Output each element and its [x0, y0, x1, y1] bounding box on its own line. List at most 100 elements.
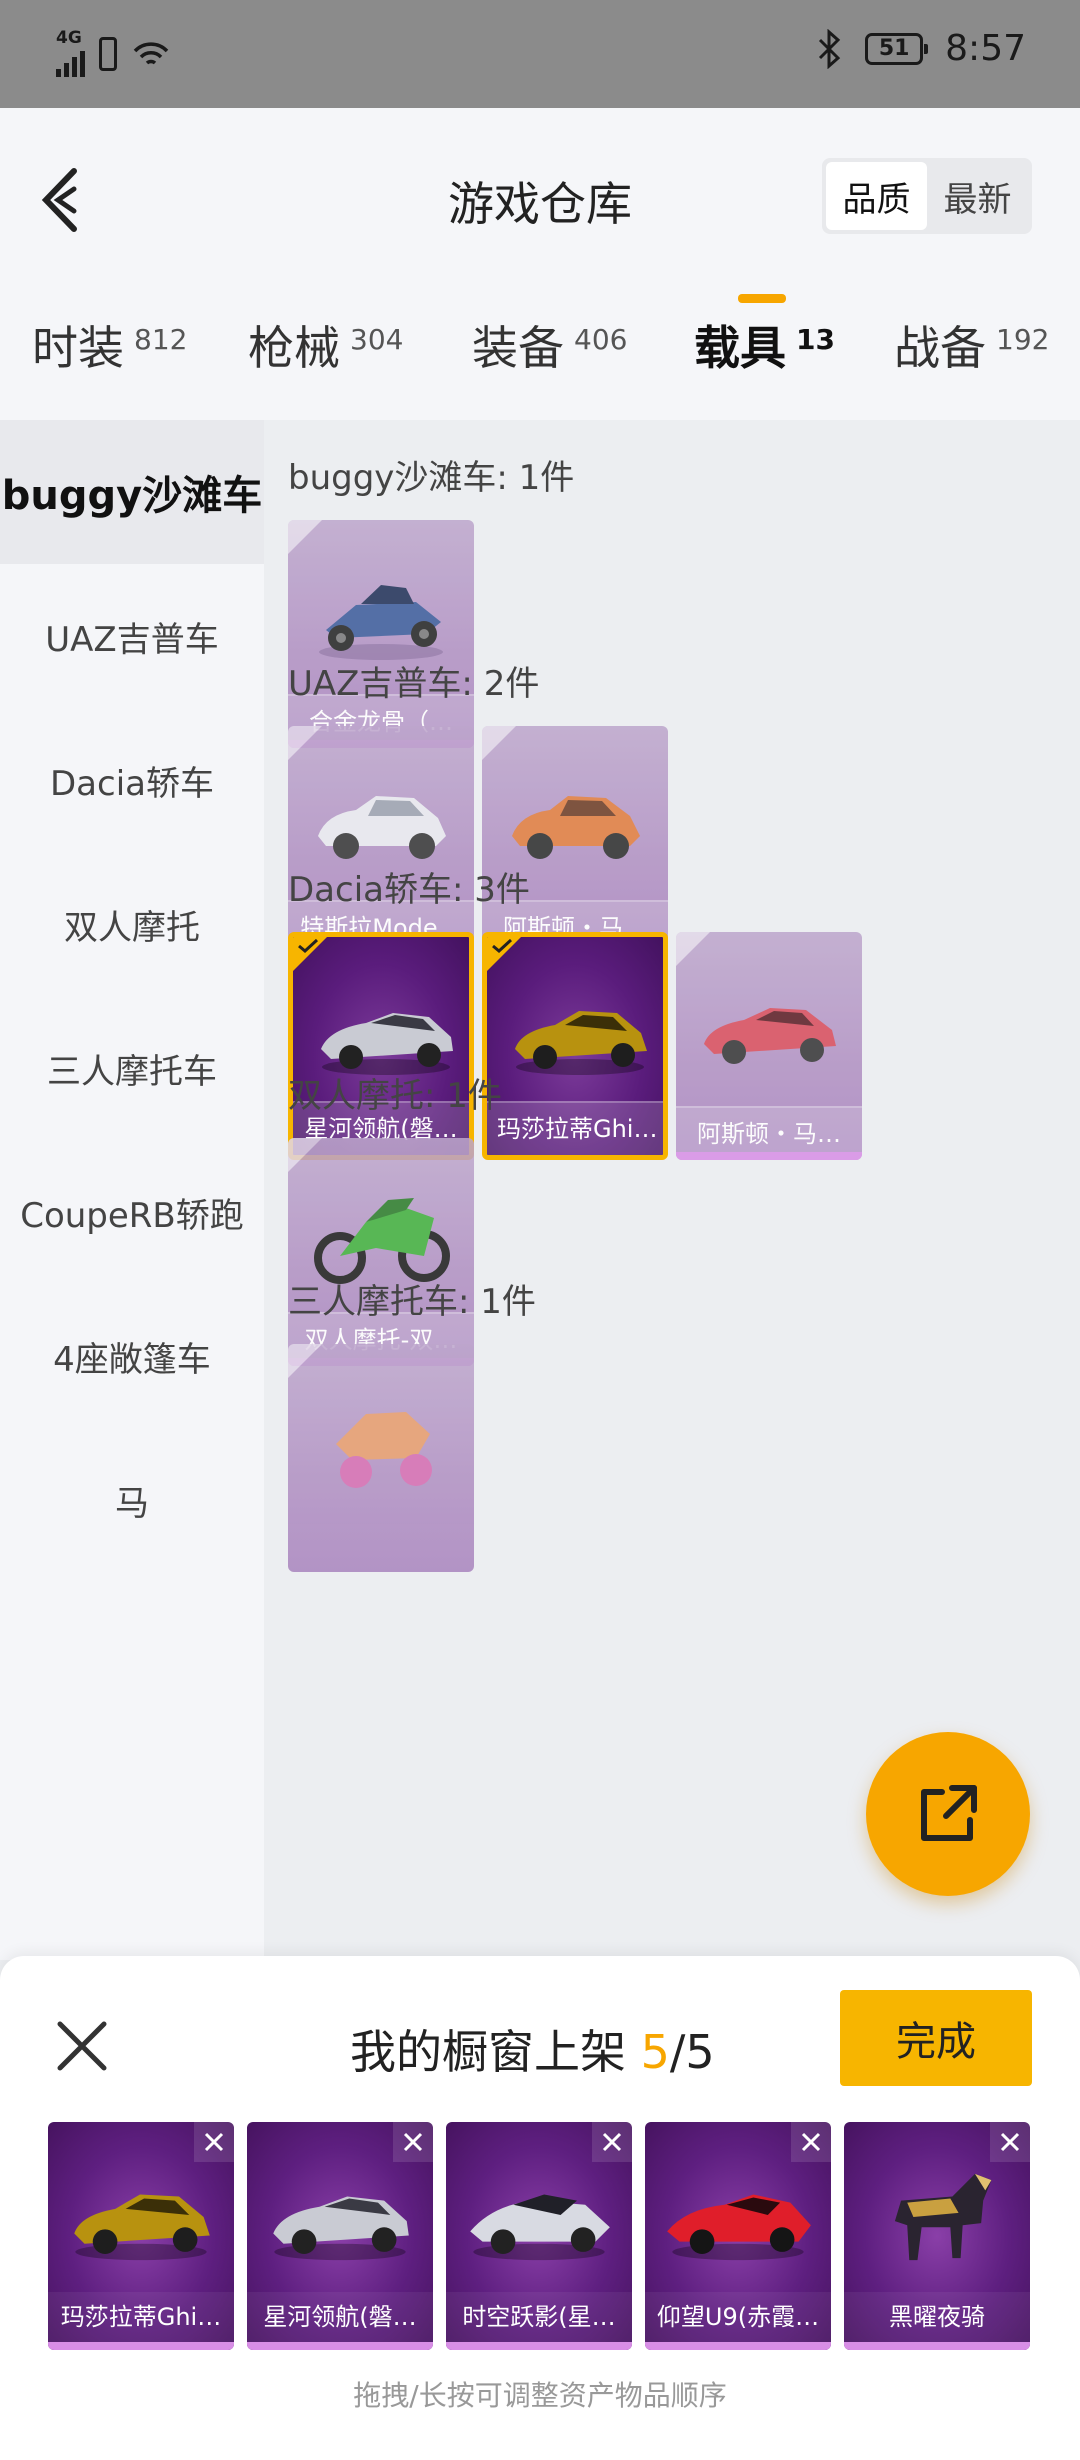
showcase-item[interactable]: 时空跃影(星…	[446, 2122, 632, 2350]
share-button[interactable]	[866, 1732, 1030, 1896]
tab-fashion[interactable]: 时装 812	[32, 318, 187, 378]
network-type: 4G	[56, 28, 82, 48]
vehicle-card[interactable]: 玛莎拉蒂Ghi…	[482, 932, 668, 1160]
rarity-stripe	[247, 2342, 433, 2350]
sidebar-item-three-seat-moto[interactable]: 三人摩托车	[0, 996, 264, 1140]
showcase-item[interactable]: 黑曜夜骑	[844, 2122, 1030, 2350]
sim-icon	[99, 36, 117, 71]
close-icon	[1000, 2132, 1020, 2152]
showcase-item-name: 星河领航(磐…	[247, 2292, 433, 2342]
remove-item-button[interactable]	[791, 2122, 831, 2162]
sidebar-item-convertible[interactable]: 4座敞篷车	[0, 1284, 264, 1428]
silver-sports-car-icon	[273, 2196, 409, 2261]
sidebar-item-dacia[interactable]: Dacia轿车	[0, 708, 264, 852]
tab-label: 装备	[472, 321, 564, 375]
checkmark-icon	[298, 938, 319, 953]
remove-item-button[interactable]	[592, 2122, 632, 2162]
showcase-item[interactable]: 仰望U9(赤霞…	[645, 2122, 831, 2350]
red-coupe-icon	[704, 1008, 836, 1064]
done-button[interactable]: 完成	[840, 1990, 1032, 2086]
vehicle-category-sidebar: buggy沙滩车 UAZ吉普车 Dacia轿车 双人摩托 三人摩托车 Coupe…	[0, 420, 264, 1960]
vehicle-card[interactable]: 星河领航(磐…	[288, 932, 474, 1160]
tab-label: 枪械	[248, 321, 340, 375]
tab-equipment[interactable]: 装备 406	[472, 318, 627, 378]
status-left: 4G	[56, 30, 171, 77]
white-suv-icon	[318, 796, 446, 859]
section-title: 双人摩托: 1件	[288, 1076, 502, 1116]
section-title: Dacia轿车: 3件	[288, 870, 530, 910]
vehicle-card[interactable]: 阿斯顿・马…	[482, 726, 668, 954]
card-corner	[288, 520, 322, 554]
vehicle-card[interactable]	[288, 1344, 474, 1572]
tab-label: 战备	[894, 321, 986, 375]
tab-vehicles[interactable]: 载具 13	[694, 318, 835, 378]
checkmark-icon	[492, 938, 513, 953]
card-corner	[288, 1344, 322, 1378]
sort-newest-button[interactable]: 最新	[927, 162, 1028, 230]
showcase-item-name: 黑曜夜骑	[844, 2292, 1030, 2342]
close-icon	[801, 2132, 821, 2152]
vehicle-card[interactable]: 阿斯顿・马…	[676, 932, 862, 1160]
gold-sedan-icon	[515, 1011, 647, 1075]
tab-label: 载具	[694, 321, 786, 375]
showcase-title-text: 我的橱窗上架	[350, 2025, 641, 2079]
battery-icon: 51	[865, 32, 929, 65]
close-icon	[602, 2132, 622, 2152]
section-title: buggy沙滩车: 1件	[288, 458, 575, 498]
tab-count: 812	[134, 323, 188, 356]
vehicle-card[interactable]: 合金龙骨（…	[288, 520, 474, 748]
share-icon	[921, 1785, 977, 1841]
close-icon	[403, 2132, 423, 2152]
vehicle-card[interactable]: 特斯拉Mode…	[288, 726, 474, 954]
status-right: 51 8:57	[817, 28, 1026, 69]
showcase-item-name: 仰望U9(赤霞…	[645, 2292, 831, 2342]
showcase-item-name: 玛莎拉蒂Ghi…	[48, 2292, 234, 2342]
sidebar-item-buggy[interactable]: buggy沙滩车	[0, 420, 264, 564]
clock: 8:57	[945, 28, 1026, 69]
card-corner	[288, 726, 322, 760]
showcase-item[interactable]: 玛莎拉蒂Ghi…	[48, 2122, 234, 2350]
sort-toggle: 品质 最新	[822, 158, 1032, 234]
card-corner	[482, 726, 516, 760]
showcase-item[interactable]: 星河领航(磐…	[247, 2122, 433, 2350]
green-motorbike-icon	[314, 1198, 450, 1284]
tab-count: 13	[796, 323, 835, 356]
showcase-count-current: 5	[640, 2025, 670, 2079]
tab-supplies[interactable]: 战备 192	[894, 318, 1049, 378]
gold-sedan-icon	[74, 2194, 210, 2261]
active-tab-indicator	[738, 294, 786, 303]
drag-hint: 拖拽/长按可调整资产物品顺序	[353, 2379, 727, 2412]
card-corner	[676, 932, 710, 966]
remove-item-button[interactable]	[990, 2122, 1030, 2162]
showcase-item-name: 时空跃影(星…	[446, 2292, 632, 2342]
remove-item-button[interactable]	[393, 2122, 433, 2162]
tab-count: 304	[350, 323, 404, 356]
sort-quality-button[interactable]: 品质	[826, 162, 927, 230]
armored-horse-icon	[894, 2173, 992, 2261]
sidebar-item-horse[interactable]: 马	[0, 1428, 264, 1572]
showcase-title: 我的橱窗上架 5/5	[350, 2016, 715, 2082]
vehicle-card[interactable]: 双人摩托-双…	[288, 1138, 474, 1366]
sidebar-item-coupe[interactable]: CoupeRB轿跑	[0, 1140, 264, 1284]
signal-bars-icon	[56, 47, 85, 77]
header: 游戏仓库 品质 最新 时装 812 枪械 304 装备 406 载具 13 战备…	[0, 108, 1080, 420]
section-title: 三人摩托车: 1件	[288, 1282, 536, 1322]
status-bar: 4G 51 8:57	[0, 0, 1080, 108]
rarity-stripe	[446, 2342, 632, 2350]
vehicle-name: 玛莎拉蒂Ghi…	[487, 1101, 663, 1155]
category-tabs: 时装 812 枪械 304 装备 406 载具 13 战备 192	[0, 308, 1080, 418]
tab-label: 时装	[32, 321, 124, 375]
close-icon[interactable]	[52, 2016, 112, 2076]
tab-count: 406	[574, 323, 628, 356]
tab-weapons[interactable]: 枪械 304	[248, 318, 403, 378]
sidebar-item-two-seat-moto[interactable]: 双人摩托	[0, 852, 264, 996]
showcase-count-total: /5	[669, 2025, 715, 2079]
card-corner	[288, 1138, 322, 1172]
orange-suv-icon	[512, 796, 640, 859]
tab-count: 192	[996, 323, 1050, 356]
section-title: UAZ吉普车: 2件	[288, 664, 540, 704]
remove-item-button[interactable]	[194, 2122, 234, 2162]
sidebar-item-uaz[interactable]: UAZ吉普车	[0, 564, 264, 708]
rarity-stripe	[676, 1152, 862, 1160]
rarity-stripe	[48, 2342, 234, 2350]
